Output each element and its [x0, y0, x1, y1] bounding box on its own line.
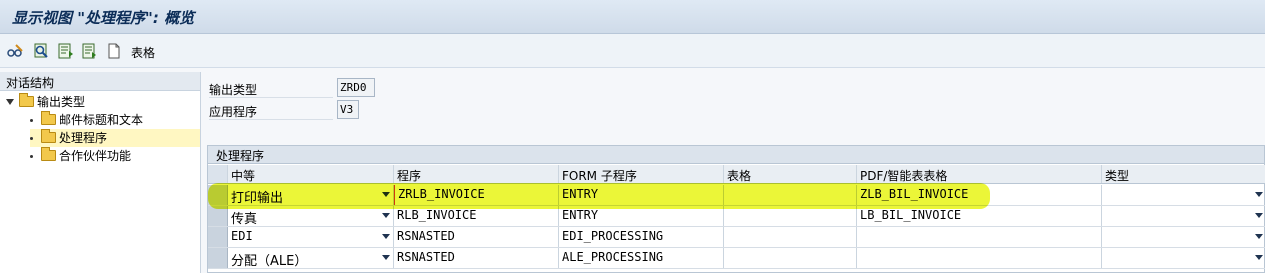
table-row[interactable]: 传真 RLB_INVOICE ENTRY LB_BIL_INVOICE: [208, 206, 1265, 227]
type-select[interactable]: [1102, 248, 1265, 268]
program-field[interactable]: RSNASTED: [394, 227, 559, 247]
dropdown-arrow-icon[interactable]: [1255, 234, 1263, 239]
display-icon[interactable]: [32, 42, 50, 60]
select-all-cell[interactable]: [208, 165, 228, 183]
form-routine-field[interactable]: ALE_PROCESSING: [559, 248, 724, 268]
dropdown-arrow-icon[interactable]: [1255, 255, 1263, 260]
table-row[interactable]: 打印输出 ZRLB_INVOICE ENTRY ZLB_BIL_INVOICE: [208, 185, 1265, 206]
dropdown-arrow-icon[interactable]: [382, 234, 390, 239]
field-separator: [209, 119, 333, 120]
folder-icon: [41, 111, 56, 125]
type-select[interactable]: [1102, 185, 1265, 205]
bullet: [30, 137, 33, 140]
dropdown-arrow-icon[interactable]: [1255, 213, 1263, 218]
table-row[interactable]: 分配（ALE） RSNASTED ALE_PROCESSING: [208, 248, 1265, 269]
medium-value: 分配（ALE）: [231, 254, 308, 268]
form-field[interactable]: [724, 185, 857, 205]
form-field[interactable]: [724, 206, 857, 226]
document-icon[interactable]: [105, 42, 123, 60]
tree-item-output-type[interactable]: 输出类型: [6, 93, 200, 111]
row-selector[interactable]: [208, 185, 228, 205]
dropdown-arrow-icon[interactable]: [1255, 192, 1263, 197]
folder-icon: [19, 93, 34, 107]
pdf-smartform-field[interactable]: LB_BIL_INVOICE: [857, 206, 1102, 226]
row-selector[interactable]: [208, 248, 228, 268]
medium-select[interactable]: 打印输出: [228, 185, 394, 205]
medium-select[interactable]: 传真: [228, 206, 394, 226]
form-routine-field[interactable]: ENTRY: [559, 206, 724, 226]
application-label: 应用程序: [209, 105, 258, 119]
medium-value: 传真: [231, 212, 258, 226]
tree-item-label: 合作伙伴功能: [59, 149, 132, 163]
tree-item-partner-functions[interactable]: 合作伙伴功能: [30, 147, 200, 165]
output-type-label: 输出类型: [209, 83, 258, 97]
dropdown-arrow-icon[interactable]: [382, 192, 390, 197]
pdf-smartform-field[interactable]: [857, 248, 1102, 268]
table-row[interactable]: EDI RSNASTED EDI_PROCESSING: [208, 227, 1265, 248]
form-routine-field[interactable]: EDI_PROCESSING: [559, 227, 724, 247]
dialog-structure-header: 对话结构: [0, 72, 200, 91]
dialog-structure-panel: 对话结构 输出类型 邮件标题和文本 处理程序 合作伙伴功能: [0, 72, 201, 273]
form-field[interactable]: [724, 227, 857, 247]
column-header-program[interactable]: 程序: [394, 165, 559, 183]
form-field[interactable]: [724, 248, 857, 268]
column-header-form[interactable]: 表格: [724, 165, 857, 183]
prev-entry-icon[interactable]: [56, 42, 74, 60]
medium-value: EDI: [231, 229, 253, 243]
table-button[interactable]: 表格: [131, 44, 155, 61]
medium-value: 打印输出: [231, 191, 284, 205]
row-selector[interactable]: [208, 206, 228, 226]
tree-item-mail-title-text[interactable]: 邮件标题和文本: [30, 111, 200, 129]
table-header-row: 中等 程序 FORM 子程序 表格 PDF/智能表表格 类型: [208, 165, 1265, 184]
pdf-smartform-field[interactable]: [857, 227, 1102, 247]
title-bar: 显示视图 "处理程序": 概览: [0, 0, 1265, 34]
tree-item-processing-routines[interactable]: 处理程序: [30, 129, 200, 147]
pdf-smartform-field[interactable]: ZLB_BIL_INVOICE: [857, 185, 1102, 205]
dropdown-arrow-icon[interactable]: [382, 255, 390, 260]
column-header-form-routine[interactable]: FORM 子程序: [559, 165, 724, 183]
expand-triangle-icon[interactable]: [6, 99, 14, 105]
bullet: [30, 155, 33, 158]
dropdown-arrow-icon[interactable]: [382, 213, 390, 218]
output-type-field: ZRD0: [337, 78, 375, 97]
medium-select[interactable]: 分配（ALE）: [228, 248, 394, 268]
form-routine-field[interactable]: ENTRY: [559, 185, 724, 205]
type-select[interactable]: [1102, 227, 1265, 247]
program-field[interactable]: ZRLB_INVOICE: [394, 185, 559, 205]
program-field[interactable]: RSNASTED: [394, 248, 559, 268]
field-separator: [209, 97, 333, 98]
column-header-type[interactable]: 类型: [1102, 165, 1265, 183]
folder-icon: [41, 129, 56, 143]
column-header-medium[interactable]: 中等: [228, 165, 394, 183]
program-field[interactable]: RLB_INVOICE: [394, 206, 559, 226]
window-title: 显示视图 "处理程序": 概览: [12, 9, 195, 27]
table-title: 处理程序: [208, 146, 1264, 164]
next-entry-icon[interactable]: [80, 42, 98, 60]
bullet: [30, 119, 33, 122]
folder-icon: [41, 147, 56, 161]
tree-item-label: 处理程序: [59, 131, 108, 145]
application-field: V3: [337, 100, 359, 119]
tree-item-label: 输出类型: [37, 95, 86, 109]
column-header-pdf-smartform[interactable]: PDF/智能表表格: [857, 165, 1102, 183]
medium-select[interactable]: EDI: [228, 227, 394, 247]
tree-item-label: 邮件标题和文本: [59, 113, 144, 127]
type-select[interactable]: [1102, 206, 1265, 226]
row-selector[interactable]: [208, 227, 228, 247]
application-toolbar: 表格: [0, 34, 1265, 68]
processing-routines-table: 处理程序 中等 程序 FORM 子程序 表格 PDF/智能表表格 类型 打印输出…: [207, 145, 1265, 273]
edit-glasses-icon[interactable]: [6, 42, 24, 60]
